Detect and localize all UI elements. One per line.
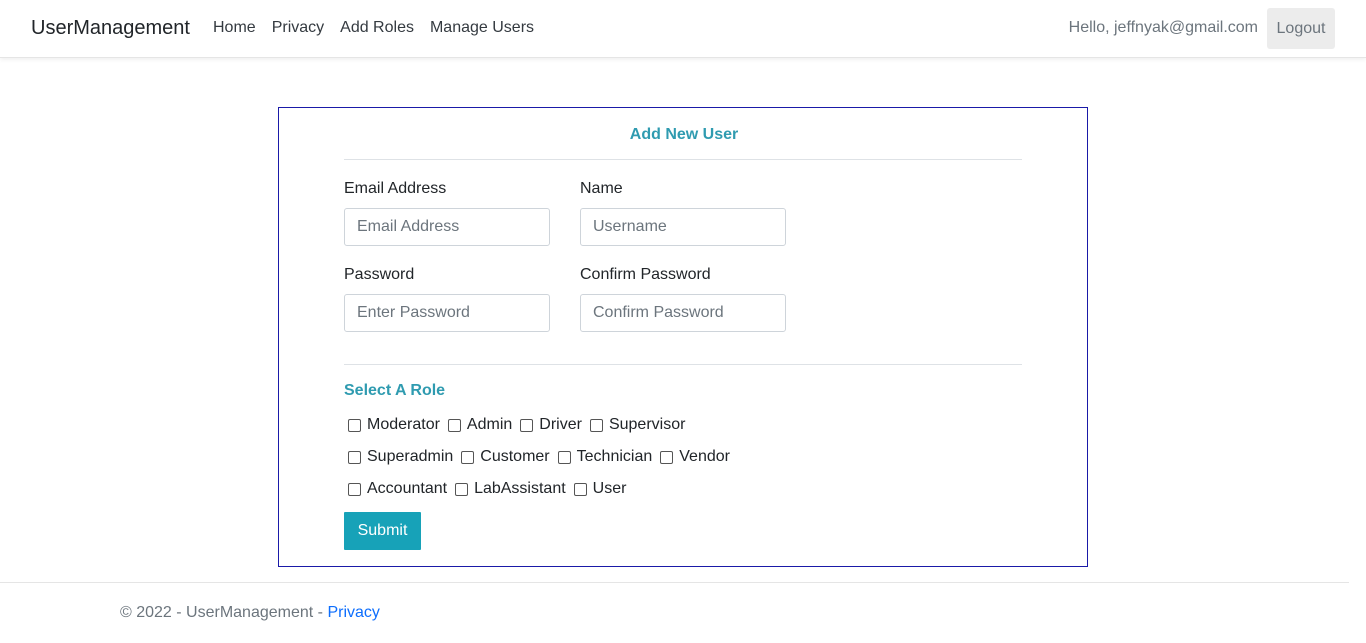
role-label: Admin [466, 416, 513, 433]
checkbox[interactable] [348, 450, 361, 464]
nav-link-privacy[interactable]: Privacy [272, 19, 324, 37]
role-option-admin[interactable]: Admin [447, 416, 513, 434]
role-row: Accountant LabAssistant User [348, 480, 634, 498]
footer-divider [0, 582, 1349, 583]
role-row: Moderator Admin Driver Supervisor [348, 416, 693, 434]
role-label: Accountant [367, 480, 448, 497]
checkbox[interactable] [520, 418, 534, 432]
role-option-moderator[interactable]: Moderator [348, 416, 440, 434]
checkbox[interactable] [455, 482, 469, 496]
checkbox[interactable] [589, 418, 603, 432]
role-label: User [592, 480, 627, 497]
divider [344, 364, 1022, 365]
brand-link[interactable]: UserManagement [31, 17, 190, 40]
checkbox[interactable] [348, 418, 361, 432]
confirm-password-input[interactable] [580, 294, 786, 332]
role-label: Supervisor [608, 416, 686, 433]
role-row: Superadmin Customer Technician Vendor [348, 448, 738, 466]
role-option-driver[interactable]: Driver [520, 416, 582, 434]
confirm-password-label: Confirm Password [580, 266, 711, 283]
role-label: Driver [539, 416, 582, 433]
role-option-user[interactable]: User [573, 480, 627, 498]
password-input[interactable] [344, 294, 550, 332]
nav-link-add-roles[interactable]: Add Roles [340, 19, 414, 37]
top-navbar: UserManagement Home Privacy Add Roles Ma… [0, 0, 1366, 58]
role-label: Technician [576, 448, 653, 465]
role-heading: Select A Role [344, 382, 446, 399]
role-option-superadmin[interactable]: Superadmin [348, 448, 453, 466]
user-greeting[interactable]: Hello, jeffnyak@gmail.com [1069, 19, 1258, 37]
nav-link-home[interactable]: Home [213, 19, 256, 37]
role-option-labassistant[interactable]: LabAssistant [455, 480, 566, 498]
checkbox[interactable] [573, 482, 587, 496]
checkbox[interactable] [461, 450, 475, 464]
username-input[interactable] [580, 208, 786, 246]
name-label: Name [580, 180, 623, 197]
role-label: Vendor [679, 448, 730, 465]
role-option-vendor[interactable]: Vendor [660, 448, 730, 466]
add-user-card: Add New User Email Address Name Password… [278, 107, 1088, 567]
logout-button[interactable]: Logout [1267, 8, 1335, 49]
role-label: LabAssistant [474, 480, 566, 497]
submit-button[interactable]: Submit [344, 512, 421, 550]
role-option-accountant[interactable]: Accountant [348, 480, 447, 498]
footer-copyright: © 2022 - UserManagement - [120, 604, 328, 621]
checkbox[interactable] [348, 482, 361, 496]
password-label: Password [344, 266, 415, 283]
footer-privacy-link[interactable]: Privacy [327, 604, 379, 621]
role-label: Moderator [367, 416, 440, 433]
role-label: Superadmin [367, 448, 454, 465]
divider [344, 159, 1022, 160]
nav-links: Home Privacy Add Roles Manage Users [213, 19, 550, 37]
email-label: Email Address [344, 180, 447, 197]
email-input[interactable] [344, 208, 550, 246]
checkbox[interactable] [557, 450, 571, 464]
form-title: Add New User [629, 126, 739, 143]
checkbox[interactable] [447, 418, 461, 432]
footer: © 2022 - UserManagement - Privacy [120, 604, 380, 622]
role-option-customer[interactable]: Customer [461, 448, 550, 466]
nav-link-manage-users[interactable]: Manage Users [430, 19, 534, 37]
role-label: Customer [480, 448, 550, 465]
role-option-technician[interactable]: Technician [557, 448, 653, 466]
checkbox[interactable] [660, 450, 674, 464]
role-option-supervisor[interactable]: Supervisor [589, 416, 686, 434]
